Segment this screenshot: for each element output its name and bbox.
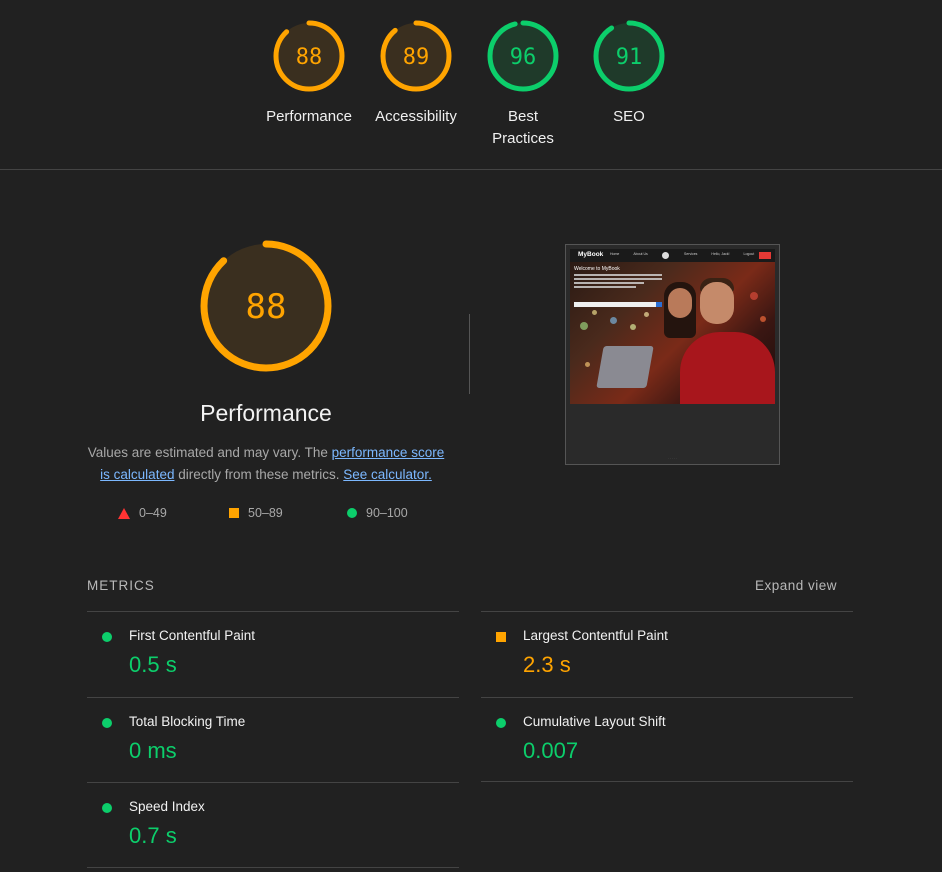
legend-average: 50–89 xyxy=(229,506,283,520)
score-ring: 91 xyxy=(593,20,665,92)
average-square-icon xyxy=(229,508,239,518)
metric-cumulative-layout-shift: Cumulative Layout Shift 0.007 xyxy=(481,697,853,783)
thumbnail-navbar: MyBook Home About Us Services Hello, Jac… xyxy=(570,249,775,262)
category-gauges: 88 Performance 89 Accessibility 96 Best … xyxy=(0,0,942,170)
performance-section: 88 Performance Values are estimated and … xyxy=(0,170,942,872)
metric-divider xyxy=(481,781,853,782)
average-square-icon xyxy=(496,632,506,642)
thumbnail-nav-links-right: Services Hello, Jack! Logout xyxy=(684,252,755,256)
gauge-label: Performance xyxy=(266,108,352,125)
metric-total-blocking-time: Total Blocking Time 0 ms xyxy=(87,697,459,783)
expand-view-toggle[interactable]: Expand view xyxy=(755,578,837,593)
gauge-label: Best Practices xyxy=(492,108,554,147)
thumbnail-footer: · · · · · xyxy=(668,456,677,460)
vertical-divider xyxy=(469,314,470,394)
svg-text:88: 88 xyxy=(296,45,323,70)
metric-divider xyxy=(87,867,459,868)
thumbnail-search-bar xyxy=(574,302,662,307)
svg-text:88: 88 xyxy=(246,287,287,327)
final-screenshot-thumbnail[interactable]: MyBook Home About Us Services Hello, Jac… xyxy=(565,244,780,465)
metric-first-contentful-paint: First Contentful Paint 0.5 s xyxy=(87,611,459,697)
gauge-label: Accessibility xyxy=(375,108,457,125)
svg-text:91: 91 xyxy=(616,45,643,70)
gauge-label: SEO xyxy=(613,108,645,125)
thumbnail-welcome: Welcome to MyBook xyxy=(574,266,620,272)
thumbnail-logo: MyBook xyxy=(578,251,604,258)
thumbnail-red-button xyxy=(759,252,771,259)
see-calculator-link[interactable]: See calculator. xyxy=(343,467,432,482)
thumbnail-nav-links: Home About Us xyxy=(610,252,648,256)
avatar-icon xyxy=(662,252,669,259)
legend-fail: 0–49 xyxy=(118,506,167,520)
gauge-performance[interactable]: 88 Performance xyxy=(254,20,364,128)
gauge-best-practices[interactable]: 96 Best Practices xyxy=(468,20,578,150)
performance-description: Values are estimated and may vary. The p… xyxy=(87,445,445,482)
svg-text:96: 96 xyxy=(510,45,537,70)
score-ring: 89 xyxy=(380,20,452,92)
pass-circle-icon xyxy=(496,718,506,728)
performance-score-gauge: 88 xyxy=(200,240,332,372)
performance-title: Performance xyxy=(200,400,332,426)
fail-triangle-icon xyxy=(118,507,130,519)
gauge-accessibility[interactable]: 89 Accessibility xyxy=(361,20,471,128)
pass-circle-icon xyxy=(102,718,112,728)
pass-circle-icon xyxy=(347,508,357,518)
metric-speed-index: Speed Index 0.7 s xyxy=(87,782,459,868)
pass-circle-icon xyxy=(102,803,112,813)
score-ring: 88 xyxy=(273,20,345,92)
metrics-header: METRICS xyxy=(87,578,155,593)
pass-circle-icon xyxy=(102,632,112,642)
legend-pass: 90–100 xyxy=(347,506,408,520)
score-ring: 96 xyxy=(487,20,559,92)
svg-text:89: 89 xyxy=(403,45,430,70)
thumbnail-hero-image: Welcome to MyBook xyxy=(570,262,775,404)
laptop-image xyxy=(596,346,654,388)
metric-largest-contentful-paint: Largest Contentful Paint 2.3 s xyxy=(481,611,853,697)
gauge-seo[interactable]: 91 SEO xyxy=(574,20,684,128)
